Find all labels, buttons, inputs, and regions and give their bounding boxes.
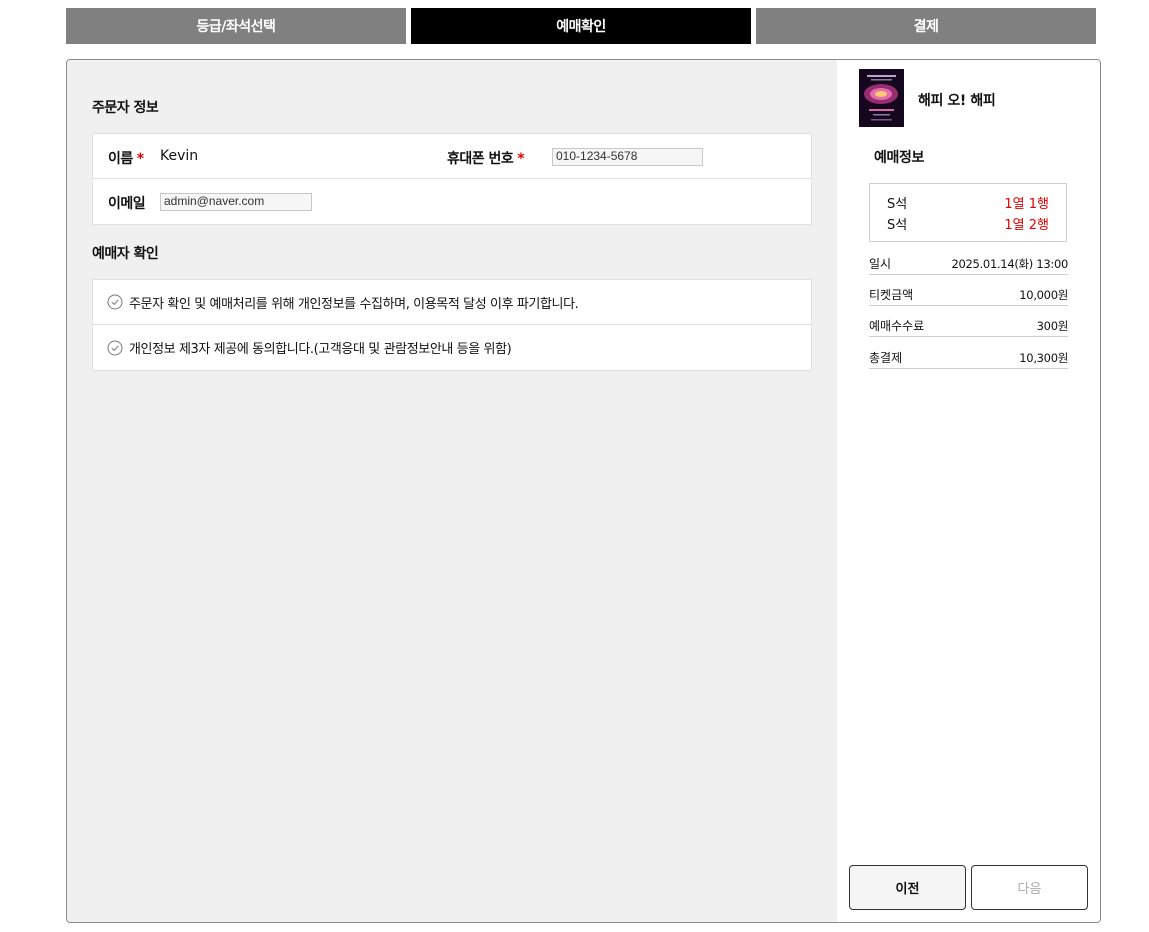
phone-field[interactable]: 010-1234-5678 bbox=[552, 148, 703, 166]
orderer-row-email: 이메일 admin@naver.com bbox=[93, 179, 811, 224]
summary-label: 총결제 bbox=[869, 351, 903, 365]
summary-row-datetime: 일시 2025.01.14(화) 13:00 bbox=[869, 255, 1068, 275]
show-poster bbox=[859, 69, 904, 127]
summary-value: 10,000원 bbox=[1019, 288, 1068, 302]
step-tab-booking-confirm[interactable]: 예매확인 bbox=[411, 8, 751, 44]
orderer-info-title: 주문자 정보 bbox=[92, 100, 159, 116]
seat-position: 1열 1행 bbox=[1004, 197, 1049, 212]
seat-grade: S석 bbox=[887, 197, 908, 212]
seat-grade: S석 bbox=[887, 218, 908, 233]
show-title: 해피 오! 해피 bbox=[918, 93, 996, 109]
step-tabs: 등급/좌석선택 예매확인 결제 bbox=[66, 8, 1096, 44]
summary-row-fee: 예매수수료 300원 bbox=[869, 317, 1068, 337]
consent-text: 주문자 확인 및 예매처리를 위해 개인정보를 수집하며, 이용목적 달성 이후… bbox=[129, 296, 579, 312]
summary-value: 10,300원 bbox=[1019, 351, 1068, 365]
orderer-row-name-phone: 이름 * Kevin 휴대폰 번호 * 010-1234-5678 bbox=[93, 134, 811, 179]
summary-label: 일시 bbox=[869, 257, 892, 271]
booker-confirm-title: 예매자 확인 bbox=[92, 246, 159, 262]
booking-panel: 주문자 정보 이름 * Kevin 휴대폰 번호 * 010-1234-5678 이… bbox=[66, 59, 1101, 923]
summary-value: 2025.01.14(화) 13:00 bbox=[951, 257, 1069, 271]
booking-info-title: 예매정보 bbox=[874, 150, 924, 166]
name-label: 이름 * bbox=[108, 151, 144, 167]
phone-label: 휴대폰 번호 * bbox=[447, 151, 525, 167]
summary-value: 300원 bbox=[1036, 319, 1069, 333]
email-label: 이메일 bbox=[108, 196, 146, 212]
seat-item: S석 1열 1행 bbox=[887, 192, 1049, 213]
consent-box: 주문자 확인 및 예매처리를 위해 개인정보를 수집하며, 이용목적 달성 이후… bbox=[92, 279, 812, 371]
seat-position: 1열 2행 bbox=[1004, 218, 1049, 233]
consent-item-third-party[interactable]: 개인정보 제3자 제공에 동의합니다.(고객응대 및 관람정보안내 등을 위함) bbox=[93, 325, 811, 370]
required-mark: * bbox=[136, 151, 144, 167]
name-value: Kevin bbox=[160, 148, 199, 164]
booking-summary: 해피 오! 해피 예매정보 S석 1열 1행 S석 1열 2행 일시 2025.… bbox=[837, 60, 1100, 922]
seat-list: S석 1열 1행 S석 1열 2행 bbox=[869, 183, 1067, 242]
check-circle-icon[interactable] bbox=[107, 294, 123, 310]
step-tab-payment[interactable]: 결제 bbox=[756, 8, 1096, 44]
summary-row-total: 총결제 10,300원 bbox=[869, 349, 1068, 369]
seat-item: S석 1열 2행 bbox=[887, 213, 1049, 234]
check-circle-icon[interactable] bbox=[107, 340, 123, 356]
required-mark: * bbox=[517, 151, 525, 167]
summary-label: 티켓금액 bbox=[869, 288, 914, 302]
email-field[interactable]: admin@naver.com bbox=[160, 193, 312, 211]
prev-button[interactable]: 이전 bbox=[849, 865, 966, 910]
next-button[interactable]: 다음 bbox=[971, 865, 1088, 910]
summary-label: 예매수수료 bbox=[869, 319, 925, 333]
consent-item-collect[interactable]: 주문자 확인 및 예매처리를 위해 개인정보를 수집하며, 이용목적 달성 이후… bbox=[93, 280, 811, 325]
step-tab-seat-select[interactable]: 등급/좌석선택 bbox=[66, 8, 406, 44]
summary-row-ticket-price: 티켓금액 10,000원 bbox=[869, 286, 1068, 306]
booking-form-area: 주문자 정보 이름 * Kevin 휴대폰 번호 * 010-1234-5678 이… bbox=[67, 60, 837, 922]
orderer-info-box: 이름 * Kevin 휴대폰 번호 * 010-1234-5678 이메일 admi… bbox=[92, 133, 812, 225]
consent-text: 개인정보 제3자 제공에 동의합니다.(고객응대 및 관람정보안내 등을 위함) bbox=[129, 342, 512, 357]
